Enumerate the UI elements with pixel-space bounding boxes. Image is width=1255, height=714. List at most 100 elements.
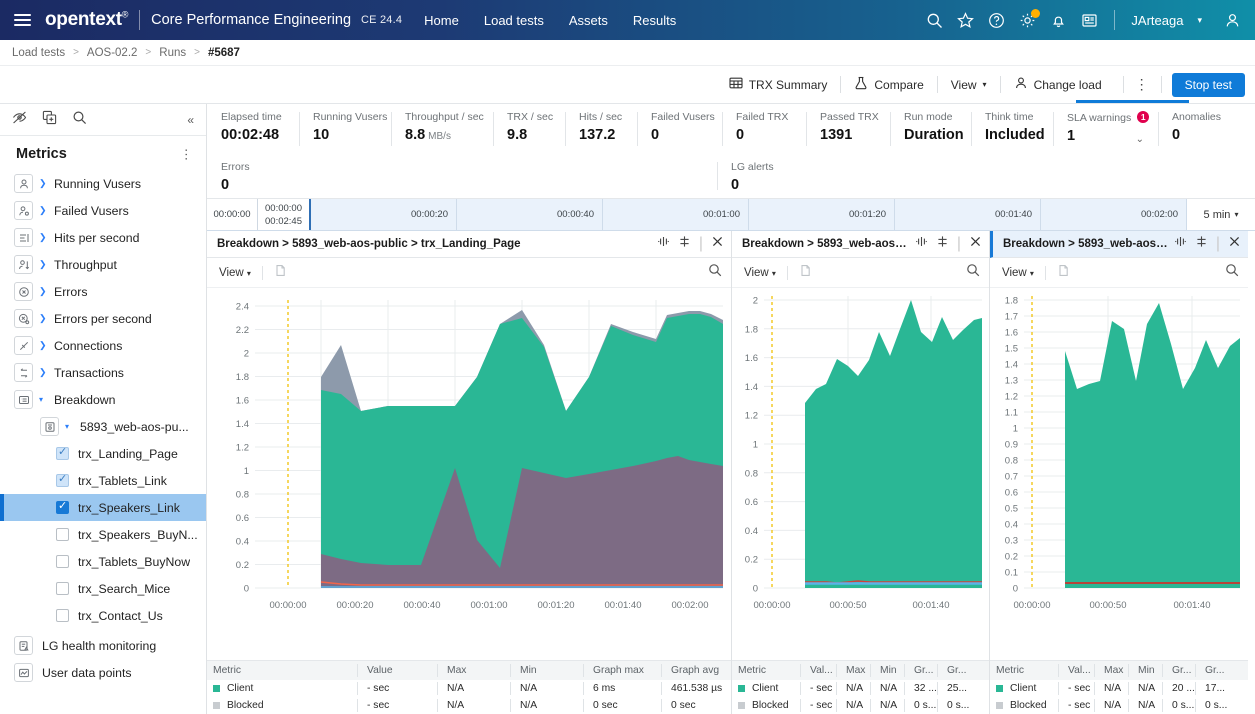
export-icon[interactable] bbox=[1057, 264, 1070, 282]
compare-chart-icon[interactable] bbox=[915, 235, 928, 253]
bell-icon[interactable] bbox=[1050, 12, 1067, 29]
timeline-zoom-dropdown[interactable]: 5 min ▾ bbox=[1187, 199, 1255, 230]
nav-link-load-tests[interactable]: Load tests bbox=[484, 13, 544, 28]
area-chart-1[interactable]: 2.4 2.2 2 1.8 1.6 1.4 1.2 1 0.8 0.6 0.4 0.2 0 bbox=[207, 288, 731, 660]
search-icon[interactable] bbox=[72, 110, 87, 130]
compare-chart-icon[interactable] bbox=[1174, 235, 1187, 253]
table-row[interactable]: Client - sec N/A N/A 20 ... 17... bbox=[990, 680, 1248, 697]
split-chart-icon[interactable] bbox=[678, 235, 691, 253]
timeline-ruler[interactable]: 00:00:00 00:00:00 00:02:45 00:00:20 00:0… bbox=[207, 199, 1255, 231]
sidebar-item-script-node[interactable]: ▾ 5893_web-aos-pu... bbox=[0, 413, 206, 440]
checkbox[interactable] bbox=[56, 609, 69, 622]
breadcrumb-item-runs[interactable]: Runs bbox=[159, 47, 186, 59]
double-chevron-down-icon[interactable]: ⌄ bbox=[1136, 134, 1144, 145]
sidebar-item-transactions[interactable]: ❯ Transactions bbox=[0, 359, 206, 386]
nav-link-home[interactable]: Home bbox=[424, 13, 459, 28]
export-icon[interactable] bbox=[799, 264, 812, 282]
sidebar-item-errors-per-second[interactable]: ❯ Errors per second bbox=[0, 305, 206, 332]
gear-icon[interactable] bbox=[1019, 8, 1041, 29]
table-row[interactable]: Blocked - sec N/A N/A 0 s... 0 s... bbox=[990, 697, 1248, 714]
sidebar-item-failed-vusers[interactable]: ❯ Failed Vusers bbox=[0, 197, 206, 224]
timeline-range-selector[interactable]: 00:00:00 00:02:45 bbox=[257, 199, 311, 230]
sidebar-item-trx-contact-us[interactable]: trx_Contact_Us bbox=[0, 602, 206, 629]
split-chart-icon[interactable] bbox=[936, 235, 949, 253]
kebab-menu-icon[interactable]: ⋯ bbox=[179, 148, 194, 160]
chevron-right-icon[interactable]: ❯ bbox=[39, 367, 47, 378]
column-header: Min bbox=[870, 664, 904, 677]
chevron-right-icon[interactable]: ❯ bbox=[39, 232, 47, 243]
sidebar-item-user-data-points[interactable]: User data points bbox=[0, 659, 206, 686]
sidebar-item-throughput[interactable]: ❯ Throughput bbox=[0, 251, 206, 278]
chevron-right-icon[interactable]: ❯ bbox=[39, 178, 47, 189]
sidebar-item-errors[interactable]: ❯ Errors bbox=[0, 278, 206, 305]
table-row[interactable]: Client - sec N/A N/A 32 ... 25... bbox=[732, 680, 989, 697]
chevron-right-icon[interactable]: ❯ bbox=[39, 313, 47, 324]
hide-metrics-icon[interactable] bbox=[12, 110, 27, 130]
sidebar-item-trx-tablets-buynow[interactable]: trx_Tablets_BuyNow bbox=[0, 548, 206, 575]
export-icon[interactable] bbox=[274, 264, 287, 282]
avatar[interactable] bbox=[1224, 12, 1241, 29]
username-label[interactable]: JArteaga bbox=[1131, 13, 1183, 28]
sidebar-item-trx-tablets-link[interactable]: trx_Tablets_Link bbox=[0, 467, 206, 494]
sidebar-item-connections[interactable]: ❯ Connections bbox=[0, 332, 206, 359]
close-icon[interactable] bbox=[969, 235, 982, 253]
area-chart-2[interactable]: 2 1.8 1.6 1.4 1.2 1 0.8 0.6 0.4 0.2 0 00:00:00 0… bbox=[732, 288, 989, 660]
sidebar-item-breakdown[interactable]: ▾ Breakdown bbox=[0, 386, 206, 413]
checkbox[interactable] bbox=[56, 582, 69, 595]
chevron-down-icon[interactable]: ▾ bbox=[1197, 15, 1202, 26]
sidebar-item-trx-speakers-link[interactable]: trx_Speakers_Link bbox=[0, 494, 206, 521]
chevron-down-icon[interactable]: ▾ bbox=[39, 395, 47, 404]
table-row[interactable]: Blocked - sec N/A N/A 0 sec 0 sec bbox=[207, 697, 731, 714]
nav-link-assets[interactable]: Assets bbox=[569, 13, 608, 28]
close-icon[interactable] bbox=[1228, 235, 1241, 253]
sidebar-item-trx-speakers-buynow[interactable]: trx_Speakers_BuyN... bbox=[0, 521, 206, 548]
search-icon[interactable] bbox=[1225, 263, 1239, 282]
chevron-right-icon[interactable]: ❯ bbox=[39, 340, 47, 351]
star-icon[interactable] bbox=[957, 11, 975, 29]
checkbox[interactable] bbox=[56, 472, 69, 487]
collapse-icon[interactable]: « bbox=[187, 113, 194, 127]
chevron-right-icon[interactable]: ❯ bbox=[39, 259, 47, 270]
checkbox[interactable] bbox=[56, 528, 69, 541]
kpi-value: 10 bbox=[313, 127, 330, 143]
stop-test-button[interactable]: Stop test bbox=[1171, 72, 1245, 97]
search-icon[interactable] bbox=[926, 12, 943, 29]
checkbox[interactable] bbox=[56, 555, 69, 568]
timeline-zoom-label: 5 min bbox=[1203, 208, 1231, 221]
apps-icon[interactable] bbox=[1081, 12, 1098, 29]
compare-button[interactable]: Compare bbox=[841, 66, 936, 104]
menu-icon[interactable] bbox=[14, 14, 31, 26]
panel-view-dropdown[interactable]: View ▾ bbox=[1002, 267, 1034, 279]
table-row[interactable]: Blocked - sec N/A N/A 0 s... 0 s... bbox=[732, 697, 989, 714]
help-icon[interactable] bbox=[988, 12, 1005, 29]
area-chart-3[interactable]: 1.8 1.7 1.6 1.5 1.4 1.3 1.2 1.1 1 0.9 0.8 0.7 0.… bbox=[990, 288, 1248, 660]
sidebar-item-running-vusers[interactable]: ❯ Running Vusers bbox=[0, 170, 206, 197]
more-options-button[interactable]: ⋮ bbox=[1124, 76, 1161, 93]
change-load-button[interactable]: Change load bbox=[1001, 66, 1115, 104]
sidebar-item-trx-landing-page[interactable]: trx_Landing_Page bbox=[0, 440, 206, 467]
compare-chart-icon[interactable] bbox=[657, 235, 670, 253]
chevron-down-icon[interactable]: ▾ bbox=[65, 422, 73, 431]
sidebar-item-lg-health-monitoring[interactable]: LG health monitoring bbox=[0, 632, 206, 659]
close-icon[interactable] bbox=[711, 235, 724, 253]
split-chart-icon[interactable] bbox=[1195, 235, 1208, 253]
checkbox[interactable] bbox=[56, 499, 69, 514]
chevron-right-icon[interactable]: ❯ bbox=[39, 286, 47, 297]
breadcrumb-item-load-tests[interactable]: Load tests bbox=[12, 47, 65, 59]
search-icon[interactable] bbox=[708, 263, 722, 282]
panel-view-dropdown[interactable]: View ▾ bbox=[744, 267, 776, 279]
panel-view-dropdown[interactable]: View ▾ bbox=[219, 267, 251, 279]
search-icon[interactable] bbox=[966, 263, 980, 282]
nav-link-results[interactable]: Results bbox=[633, 13, 676, 28]
column-header: Max bbox=[1094, 664, 1128, 677]
checkbox[interactable] bbox=[56, 445, 69, 460]
view-dropdown[interactable]: View ▾ bbox=[938, 66, 1000, 104]
sidebar-item-hits-per-second[interactable]: ❯ Hits per second bbox=[0, 224, 206, 251]
table-row[interactable]: Client - sec N/A N/A 6 ms 461.538 µs bbox=[207, 680, 731, 697]
trx-summary-button[interactable]: TRX Summary bbox=[716, 66, 841, 104]
kpi-sla-warnings[interactable]: SLA warnings 1 1 ⌄ bbox=[1053, 104, 1158, 154]
duplicate-icon[interactable] bbox=[42, 110, 57, 130]
sidebar-item-trx-search-mice[interactable]: trx_Search_Mice bbox=[0, 575, 206, 602]
breadcrumb-item-aos[interactable]: AOS-02.2 bbox=[87, 47, 138, 59]
chevron-right-icon[interactable]: ❯ bbox=[39, 205, 47, 216]
